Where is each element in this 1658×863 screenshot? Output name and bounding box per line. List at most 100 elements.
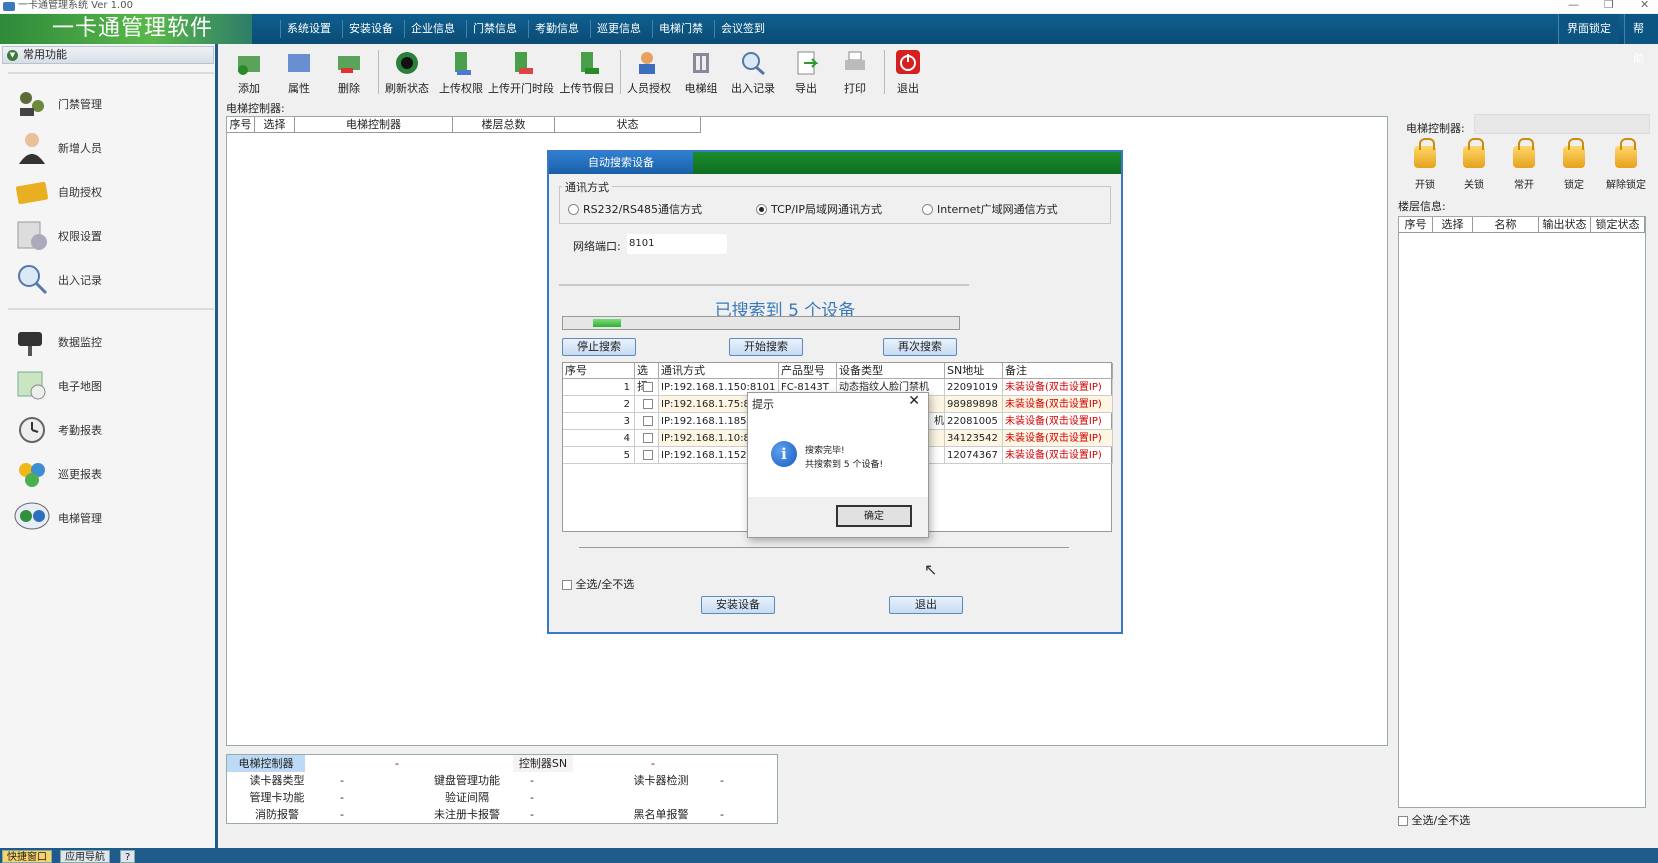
floor-grid[interactable]: 序号 选择 名称 输出状态 锁定状态 [1398, 216, 1646, 808]
toolbar: 添加 属性 删除 刷新状态 上传权限 上传开门时段 上传节假日 人员授权 电梯组… [226, 46, 1658, 96]
column-header[interactable]: 产品型号 [779, 363, 837, 379]
export-button[interactable]: 导出 [784, 46, 828, 96]
help-icon[interactable]: ? [120, 850, 136, 863]
detail-value: - [720, 774, 724, 787]
lock-button[interactable]: 关锁 [1451, 138, 1497, 191]
column-header[interactable]: 序号 [227, 117, 255, 133]
column-header[interactable]: 状态 [555, 117, 701, 133]
properties-button[interactable]: 属性 [276, 46, 322, 96]
column-header[interactable]: 序号 [563, 363, 635, 379]
column-header[interactable]: 设备类型 [837, 363, 945, 379]
menu-patrol-info[interactable]: 巡更信息 [590, 20, 647, 38]
menu-company-info[interactable]: 企业信息 [404, 20, 461, 38]
radio-button[interactable] [922, 204, 933, 215]
tab-shortcut[interactable]: 快捷窗口 [2, 850, 52, 863]
column-header[interactable]: 输出状态 [1539, 217, 1591, 233]
column-header[interactable]: 名称 [1473, 217, 1539, 233]
always-open-button[interactable]: 常开 [1501, 138, 1547, 191]
column-header[interactable]: 锁定状态 [1591, 217, 1645, 233]
menu-install-device[interactable]: 安装设备 [342, 20, 399, 38]
column-header[interactable]: 通讯方式 [659, 363, 779, 379]
column-header[interactable]: 电梯控制器 [295, 117, 453, 133]
sidebar-item-records[interactable]: 出入记录 [14, 260, 204, 300]
row-sn: 22081005 [945, 413, 1003, 430]
records-button[interactable]: 出入记录 [726, 46, 780, 96]
lockdown-button[interactable]: 锁定 [1551, 138, 1597, 191]
sidebar-item-attendance-report[interactable]: 考勤报表 [14, 410, 204, 450]
divider [620, 50, 621, 94]
authorize-person-button[interactable]: 人员授权 [622, 46, 676, 96]
row-checkbox[interactable] [635, 379, 659, 396]
unlock-button[interactable]: 开锁 [1402, 138, 1448, 191]
restore-icon[interactable]: ❐ [1604, 0, 1614, 11]
delete-icon [338, 56, 360, 73]
sidebar-item-emap[interactable]: 电子地图 [14, 366, 204, 406]
menu-access-info[interactable]: 门禁信息 [466, 20, 523, 38]
menu-elevator-access[interactable]: 电梯门禁 [652, 20, 709, 38]
select-all-label: 全选/全不选 [1411, 814, 1471, 827]
port-input[interactable]: 8101 [627, 234, 727, 254]
menu-help[interactable]: 帮助 [1624, 14, 1658, 65]
row-checkbox[interactable] [635, 430, 659, 447]
row-checkbox[interactable] [635, 413, 659, 430]
export-icon [797, 51, 819, 75]
horizontal-scrollbar[interactable] [579, 547, 1069, 548]
sidebar-item-self-authorize[interactable]: 自助授权 [14, 172, 204, 212]
select-all-checkbox[interactable] [562, 580, 572, 590]
upload-holiday-button[interactable]: 上传节假日 [558, 46, 616, 96]
stop-search-button[interactable]: 停止搜索 [562, 338, 636, 356]
refresh-status-button[interactable]: 刷新状态 [380, 46, 434, 96]
radio-rs232[interactable]: RS232/RS485通信方式 [568, 201, 702, 217]
upload-open-time-button[interactable]: 上传开门时段 [488, 46, 554, 96]
minimize-icon[interactable]: — [1568, 0, 1579, 11]
menu-meeting-signin[interactable]: 会议签到 [714, 20, 771, 38]
row-checkbox[interactable] [635, 396, 659, 413]
delete-button[interactable]: 删除 [326, 46, 372, 96]
sidebar-header[interactable]: ▼ 常用功能 [2, 46, 214, 64]
column-header[interactable]: 序号 [1399, 217, 1433, 233]
elevator-group-button[interactable]: 电梯组 [678, 46, 724, 96]
sidebar-item-elevator[interactable]: 电梯管理 [14, 498, 204, 538]
column-header[interactable]: 选择 [255, 117, 295, 133]
menu-system-settings[interactable]: 系统设置 [280, 20, 337, 38]
select-all-checkbox[interactable] [1398, 816, 1408, 826]
start-search-button[interactable]: 开始搜索 [729, 338, 803, 356]
install-device-button[interactable]: 安装设备 [701, 596, 775, 614]
dialog-exit-button[interactable]: 退出 [889, 596, 963, 614]
dialog-select-all[interactable]: 全选/全不选 [562, 576, 634, 592]
right-select-all[interactable]: 全选/全不选 [1398, 812, 1470, 828]
add-button[interactable]: 添加 [226, 46, 272, 96]
sidebar-item-add-person[interactable]: 新增人员 [14, 128, 204, 168]
sidebar-item-label: 出入记录 [58, 274, 102, 287]
right-controller-field[interactable] [1474, 114, 1650, 134]
sidebar-item-access-control[interactable]: 门禁管理 [14, 84, 204, 124]
sidebar-item-monitor[interactable]: 数据监控 [14, 322, 204, 362]
radio-button[interactable] [568, 204, 579, 215]
sidebar-item-patrol-report[interactable]: 巡更报表 [14, 454, 204, 494]
radio-button-checked[interactable] [756, 204, 767, 215]
column-header[interactable]: 备注 [1003, 363, 1113, 379]
row-note: 未装设备(双击设置IP) [1003, 430, 1113, 447]
print-button[interactable]: 打印 [832, 46, 878, 96]
menu-lock-ui[interactable]: 界面锁定 [1558, 14, 1619, 44]
row-checkbox[interactable] [635, 447, 659, 464]
release-lock-button[interactable]: 解除锁定 [1600, 138, 1652, 191]
export-label: 导出 [795, 82, 817, 95]
sidebar-item-label: 新增人员 [58, 142, 102, 155]
upload-permission-button[interactable]: 上传权限 [436, 46, 486, 96]
radio-internet[interactable]: Internet广域网通信方式 [922, 201, 1058, 217]
ok-button[interactable]: 确定 [836, 505, 912, 527]
tab-navigation[interactable]: 应用导航 [60, 850, 110, 863]
column-header[interactable]: 选择 [1433, 217, 1473, 233]
column-header[interactable]: SN地址 [945, 363, 1003, 379]
column-header[interactable]: 楼层总数 [453, 117, 555, 133]
radio-tcpip[interactable]: TCP/IP局域网通讯方式 [756, 201, 882, 217]
tab-auto-search[interactable]: 自动搜索设备 [549, 152, 693, 174]
exit-button[interactable]: 退出 [886, 46, 930, 96]
column-header[interactable]: 选择 [635, 363, 659, 393]
close-icon[interactable]: ✕ [1640, 0, 1649, 11]
menu-attendance-info[interactable]: 考勤信息 [528, 20, 585, 38]
search-again-button[interactable]: 再次搜索 [883, 338, 957, 356]
close-icon[interactable]: ✕ [908, 393, 920, 409]
sidebar-item-permission[interactable]: 权限设置 [14, 216, 204, 256]
